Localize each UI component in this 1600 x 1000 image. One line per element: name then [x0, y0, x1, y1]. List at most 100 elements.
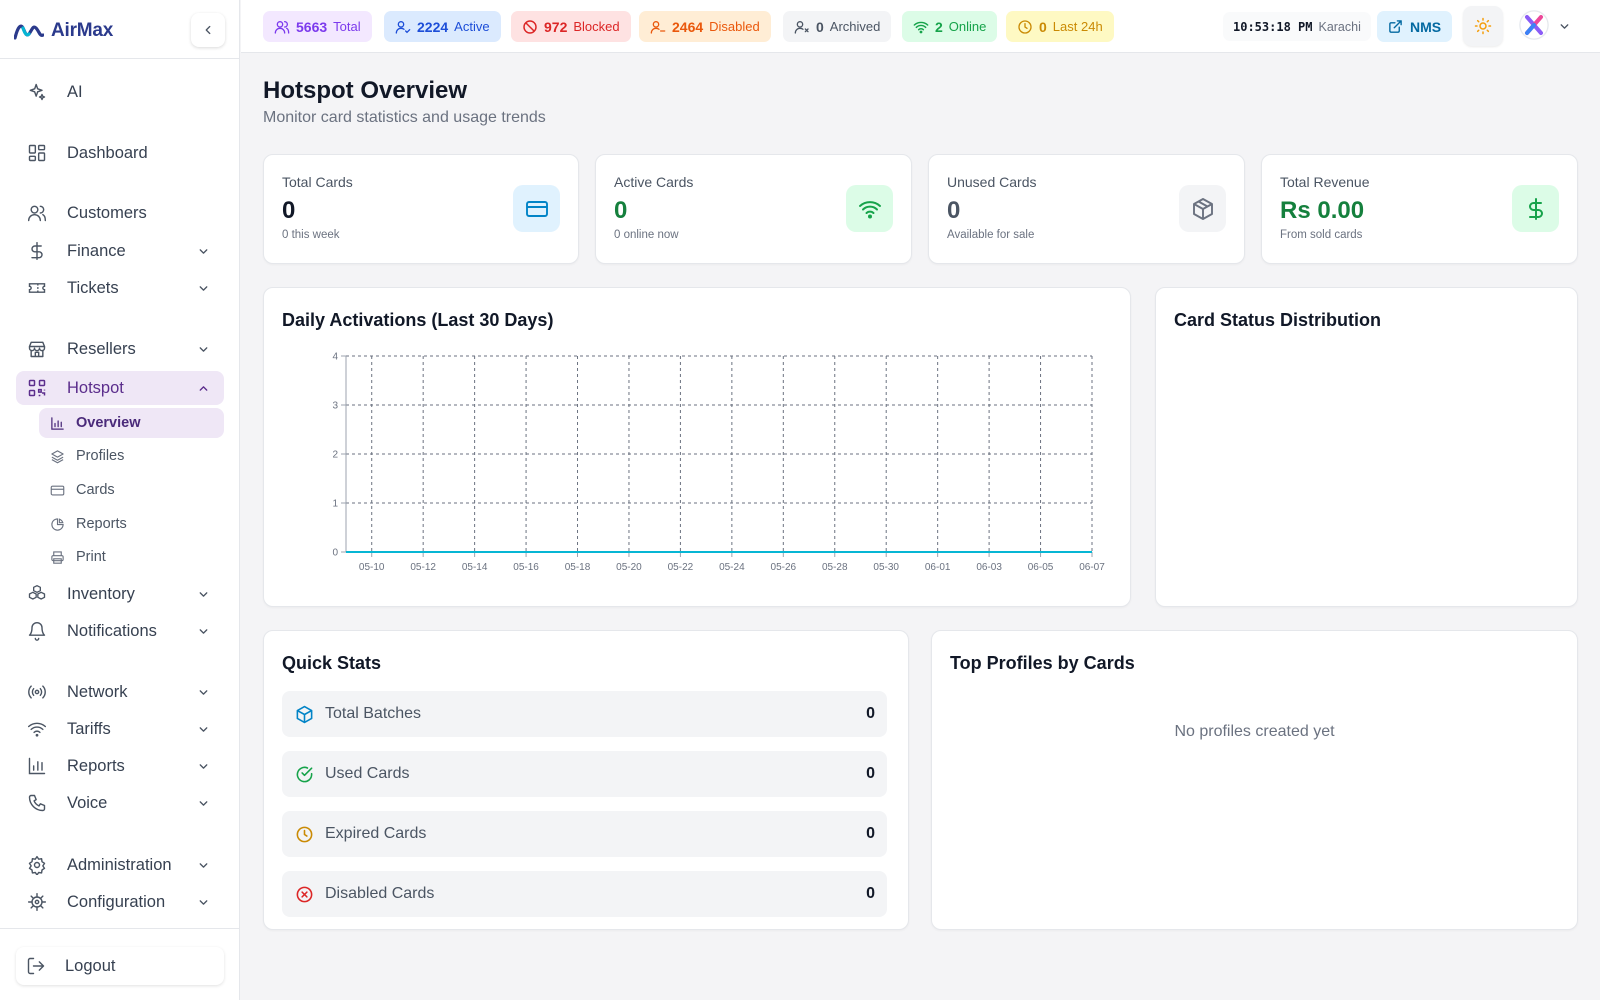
page-title: Hotspot Overview	[263, 77, 468, 104]
sidebar-subitem-overview[interactable]: Overview	[39, 408, 224, 438]
user-x-icon	[794, 20, 809, 34]
phone-icon	[26, 792, 48, 814]
sidebar-divider	[0, 928, 239, 929]
chevron-down-icon	[199, 592, 208, 597]
x-tick-label: 05-30	[873, 562, 899, 573]
sidebar-item-voice[interactable]: Voice	[16, 786, 224, 820]
quick-stat-row-disabled-cards: Disabled Cards 0	[282, 871, 887, 917]
stat-label: Unused Cards	[947, 174, 1037, 190]
ticket-icon	[26, 277, 48, 299]
sidebar-item-configuration[interactable]: Configuration	[16, 885, 224, 919]
logout-button[interactable]: Logout	[16, 947, 224, 985]
sidebar-item-label: Notifications	[67, 621, 157, 640]
y-tick-label: 1	[332, 499, 338, 510]
sidebar-subitem-label: Print	[76, 549, 106, 565]
sidebar-item-label: Voice	[67, 793, 108, 812]
stat-pill-last24h[interactable]: 0 Last 24h	[1006, 11, 1114, 42]
chevron-down-icon[interactable]	[1558, 20, 1571, 33]
sidebar-item-label: Hotspot	[67, 378, 124, 397]
pill-label: Online	[948, 19, 987, 34]
clock-zone: Karachi	[1318, 19, 1361, 34]
y-tick-label: 2	[332, 450, 338, 461]
sidebar-item-notifications[interactable]: Notifications	[16, 614, 224, 648]
clock-display: 10:53:18 PM Karachi	[1223, 12, 1371, 41]
clock-icon	[1018, 19, 1032, 34]
wifi-icon	[846, 185, 893, 232]
quick-stat-label: Total Batches	[325, 705, 422, 722]
quick-stat-value: 0	[866, 825, 875, 842]
empty-state-message: No profiles created yet	[1174, 723, 1335, 740]
ban-icon	[523, 19, 537, 34]
sidebar-item-tariffs[interactable]: Tariffs	[16, 712, 224, 746]
sidebar-item-label: Network	[67, 682, 128, 701]
sidebar-item-network[interactable]: Network	[16, 675, 224, 709]
card-title: Quick Stats	[282, 653, 382, 673]
sidebar-item-label: Finance	[67, 241, 126, 260]
x-tick-label: 06-05	[1028, 562, 1054, 573]
qr-icon	[26, 377, 48, 399]
stat-pill-archived[interactable]: 0 Archived	[783, 11, 892, 42]
quick-stat-value: 0	[866, 765, 875, 782]
quick-stat-label: Expired Cards	[325, 825, 427, 842]
quick-stat-value: 0	[866, 885, 875, 902]
sidebar-subitem-profiles[interactable]: Profiles	[39, 441, 224, 471]
x-tick-label: 05-24	[719, 562, 745, 573]
cog-icon	[26, 891, 48, 913]
theme-toggle-button[interactable]	[1463, 6, 1503, 46]
nms-link-button[interactable]: NMS	[1377, 11, 1453, 42]
x-circle-icon	[294, 884, 314, 904]
chevron-down-icon	[199, 286, 208, 291]
sidebar-item-label: Inventory	[67, 584, 135, 603]
sidebar-item-label: Customers	[67, 203, 147, 222]
x-tick-label: 05-22	[668, 562, 694, 573]
user-avatar[interactable]	[1519, 10, 1549, 40]
sidebar-subitem-print[interactable]: Print	[39, 542, 224, 572]
card-title: Top Profiles by Cards	[950, 653, 1135, 673]
stat-pill-online[interactable]: 2 Online	[902, 11, 998, 42]
stat-card-total-revenue: Total Revenue Rs 0.00 From sold cards	[1261, 154, 1578, 264]
sidebar-item-customers[interactable]: Customers	[16, 196, 224, 230]
pill-label: Archived	[829, 19, 881, 34]
sidebar-item-hotspot[interactable]: Hotspot	[16, 371, 224, 405]
stat-label: Active Cards	[614, 174, 694, 190]
stat-value: 0	[947, 197, 961, 224]
stat-pill-blocked[interactable]: 972 Blocked	[511, 11, 631, 42]
sidebar: AirMax AI Dashboard Customers Finance Ti…	[0, 0, 240, 1000]
quick-stat-label: Used Cards	[325, 765, 410, 782]
x-tick-label: 05-14	[462, 562, 488, 573]
sidebar-collapse-button[interactable]	[191, 13, 225, 47]
sidebar-item-ai[interactable]: AI	[16, 75, 224, 109]
sidebar-item-inventory[interactable]: Inventory	[16, 577, 224, 611]
sidebar-subitem-cards[interactable]: Cards	[39, 475, 224, 505]
stat-pill-disabled[interactable]: 2464 Disabled	[639, 11, 771, 42]
sidebar-subitem-label: Overview	[76, 415, 141, 431]
sidebar-item-resellers[interactable]: Resellers	[16, 332, 224, 366]
daily-activations-chart: 0 1 2 3 4 05-10 05-12 05-14 05-16 05-18 05-20 05-22…	[332, 352, 1105, 574]
app-logo[interactable]: AirMax	[14, 16, 113, 46]
sidebar-subitem-label: Reports	[76, 516, 127, 532]
pill-value: 0	[816, 18, 824, 35]
sidebar-item-administration[interactable]: Administration	[16, 848, 224, 882]
chevron-down-icon	[199, 900, 208, 905]
users-icon	[274, 20, 290, 34]
layers-icon	[49, 448, 65, 464]
stat-pill-total[interactable]: 5663 Total	[263, 11, 372, 42]
radio-icon	[26, 681, 48, 703]
chevron-down-icon	[199, 764, 208, 769]
sidebar-item-dashboard[interactable]: Dashboard	[16, 136, 224, 170]
store-icon	[26, 338, 48, 360]
x-tick-label: 05-12	[410, 562, 436, 573]
sidebar-item-reports[interactable]: Reports	[16, 749, 224, 783]
users-icon	[26, 202, 48, 224]
sidebar-item-tickets[interactable]: Tickets	[16, 271, 224, 305]
sidebar-item-label: Configuration	[67, 892, 166, 911]
sidebar-item-label: Tariffs	[67, 719, 111, 738]
sun-icon	[1474, 17, 1492, 35]
sidebar-item-finance[interactable]: Finance	[16, 234, 224, 268]
sidebar-subitem-reports[interactable]: Reports	[39, 509, 224, 539]
x-tick-label: 05-18	[565, 562, 591, 573]
gear-icon	[26, 854, 48, 876]
clock-icon	[294, 824, 314, 844]
stat-pill-active[interactable]: 2224 Active	[384, 11, 501, 42]
credit-card-icon	[513, 185, 560, 232]
